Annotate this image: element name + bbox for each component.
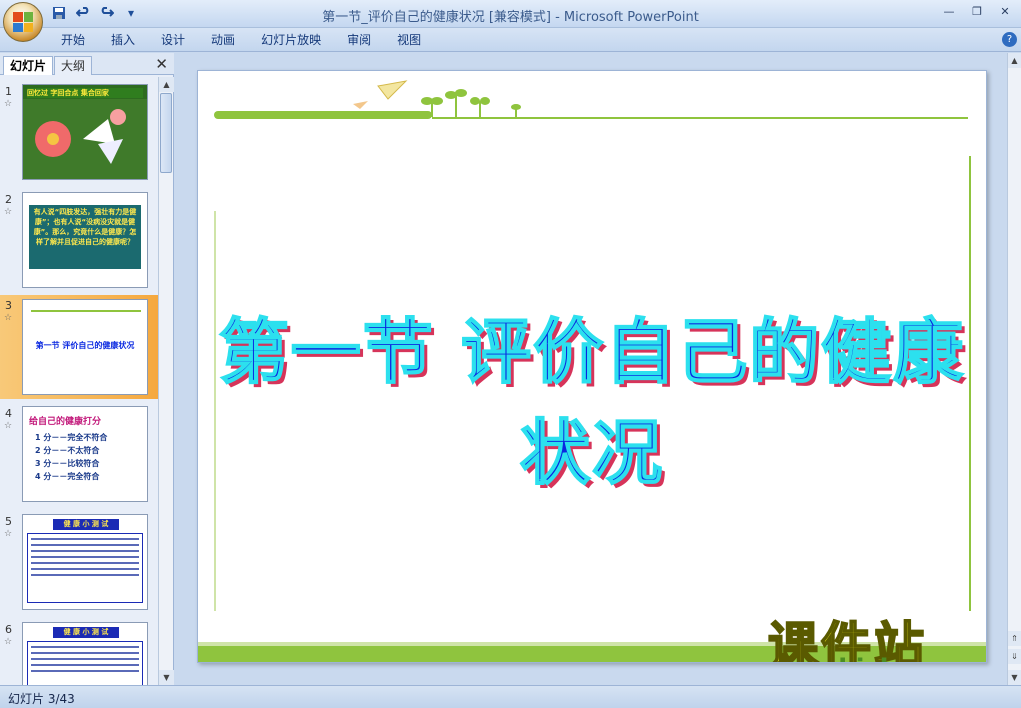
thumbnail-preview: 有人说“四肢发达，强壮有力是健康”；也有人说“没病没灾就是健康”。那么，究竟什么… <box>22 192 148 288</box>
scroll-down-icon[interactable]: ▼ <box>1008 670 1021 685</box>
slide-thumbnail-1[interactable]: 1 ☆ 回忆过 字回合点 集合回家 <box>0 81 158 185</box>
thumbnail-item: 2 分－－不太符合 <box>35 446 100 455</box>
thumbnail-preview: 健 康 小 测 试 <box>22 622 148 685</box>
thumbnail-body: 有人说“四肢发达，强壮有力是健康”；也有人说“没病没灾就是健康”。那么，究竟什么… <box>29 205 141 269</box>
next-slide-icon[interactable]: ⇓ <box>1008 649 1021 664</box>
scrollbar-thumb[interactable] <box>160 93 172 173</box>
tab-design[interactable]: 设计 <box>148 32 198 48</box>
thumbnail-number: 3 <box>5 299 12 312</box>
thumbnail-item: 3 分－－比较符合 <box>35 459 100 468</box>
tab-slideshow[interactable]: 幻灯片放映 <box>248 32 334 48</box>
office-button[interactable] <box>3 2 43 42</box>
thumbnails-scrollbar[interactable]: ▲ ▼ <box>158 77 174 685</box>
thumbnail-number: 5 <box>5 515 12 528</box>
scroll-up-icon[interactable]: ▲ <box>159 77 174 92</box>
thumbnail-title: 健 康 小 测 试 <box>53 519 119 530</box>
office-logo-icon <box>13 12 33 32</box>
thumbnail-number: 2 <box>5 193 12 206</box>
ribbon: 开始 插入 设计 动画 幻灯片放映 审阅 视图 ? <box>0 28 1021 52</box>
previous-slide-icon[interactable]: ⇑ <box>1008 631 1021 646</box>
tab-slides[interactable]: 幻灯片 <box>3 56 54 75</box>
thumbnail-preview: 给自己的健康打分 1 分－－完全不符合 2 分－－不太符合 3 分－－比较符合 … <box>22 406 148 502</box>
thumbnail-number: 6 <box>5 623 12 636</box>
slide-counter: 幻灯片 3/43 <box>8 692 75 706</box>
restore-icon[interactable]: ❐ <box>967 4 987 20</box>
close-icon[interactable]: ✕ <box>995 4 1015 20</box>
thumbnail-header-line <box>31 310 141 312</box>
watermark-url: www.kjzhan.com <box>758 654 986 662</box>
thumbnail-title: 第一节 评价自己的健康状况 <box>35 341 135 350</box>
animation-star-icon: ☆ <box>4 421 13 431</box>
animation-star-icon: ☆ <box>4 207 13 217</box>
animation-star-icon: ☆ <box>4 637 13 647</box>
thumbnail-textbox <box>27 641 143 685</box>
slide-editor: 第一节 评价自己的健康状况 课件站 www.kjzhan.com <box>175 53 1007 685</box>
thumbnail-title: 健 康 小 测 试 <box>53 627 119 638</box>
thumbnail-textbox <box>27 533 143 603</box>
thumbnail-preview: 健 康 小 测 试 <box>22 514 148 610</box>
thumbnail-preview: 回忆过 字回合点 集合回家 <box>22 84 148 180</box>
animation-star-icon: ☆ <box>4 529 13 539</box>
window-title: 第一节_评价自己的健康状况 [兼容模式] - Microsoft PowerPo… <box>322 10 699 25</box>
slide-thumbnails: 1 ☆ 回忆过 字回合点 集合回家 2 ☆ 有人说“四肢发达，强壮有力是健康”；… <box>0 77 158 685</box>
status-bar: 幻灯片 3/43 <box>0 685 1021 708</box>
title-bar: ▾ 第一节_评价自己的健康状况 [兼容模式] - Microsoft Power… <box>0 0 1021 28</box>
pane-close-icon[interactable]: ✕ <box>155 55 168 73</box>
scroll-down-icon[interactable]: ▼ <box>159 670 174 685</box>
scroll-up-icon[interactable]: ▲ <box>1008 53 1021 68</box>
slide-thumbnail-6[interactable]: 6 ☆ 健 康 小 测 试 <box>0 619 158 685</box>
thumbnail-title: 给自己的健康打分 <box>29 417 102 427</box>
tab-review[interactable]: 审阅 <box>334 32 384 48</box>
tab-view[interactable]: 视图 <box>384 32 434 48</box>
current-slide[interactable]: 第一节 评价自己的健康状况 课件站 www.kjzhan.com <box>197 70 987 663</box>
slides-pane: 幻灯片 大纲 ✕ 1 ☆ 回忆过 字回合点 集合回家 2 ☆ 有人说“四肢发达，… <box>0 53 174 685</box>
animation-star-icon: ☆ <box>4 99 13 109</box>
slide-scrollbar[interactable]: ▲ ⇑ ⇓ ▼ <box>1007 53 1021 685</box>
pane-tabs: 幻灯片 大纲 ✕ <box>0 53 174 75</box>
thumbnail-number: 1 <box>5 85 12 98</box>
thumbnail-item: 4 分－－完全符合 <box>35 472 100 481</box>
slide-thumbnail-4[interactable]: 4 ☆ 给自己的健康打分 1 分－－完全不符合 2 分－－不太符合 3 分－－比… <box>0 403 158 507</box>
tab-animations[interactable]: 动画 <box>198 32 248 48</box>
slide-thumbnail-2[interactable]: 2 ☆ 有人说“四肢发达，强壮有力是健康”；也有人说“没病没灾就是健康”。那么，… <box>0 189 158 293</box>
slide-thumbnail-3[interactable]: 3 ☆ 第一节 评价自己的健康状况 <box>0 295 158 399</box>
thumbnail-number: 4 <box>5 407 12 420</box>
minimize-icon[interactable]: — <box>939 4 959 20</box>
flower-butterfly-image <box>23 99 147 179</box>
tab-outline[interactable]: 大纲 <box>54 56 93 75</box>
animation-star-icon: ☆ <box>4 313 13 323</box>
slide-title[interactable]: 第一节 评价自己的健康状况 <box>198 296 986 498</box>
ribbon-tabs: 开始 插入 设计 动画 幻灯片放映 审阅 视图 <box>48 32 434 48</box>
thumbnail-preview: 第一节 评价自己的健康状况 <box>22 299 148 395</box>
help-icon[interactable]: ? <box>1002 32 1017 47</box>
tab-insert[interactable]: 插入 <box>98 32 148 48</box>
window-controls: — ❐ ✕ <box>939 4 1015 20</box>
tab-home[interactable]: 开始 <box>48 32 98 48</box>
slide-thumbnail-5[interactable]: 5 ☆ 健 康 小 测 试 <box>0 511 158 615</box>
thumbnail-caption: 回忆过 字回合点 集合回家 <box>27 88 143 98</box>
thumbnail-item: 1 分－－完全不符合 <box>35 433 108 442</box>
